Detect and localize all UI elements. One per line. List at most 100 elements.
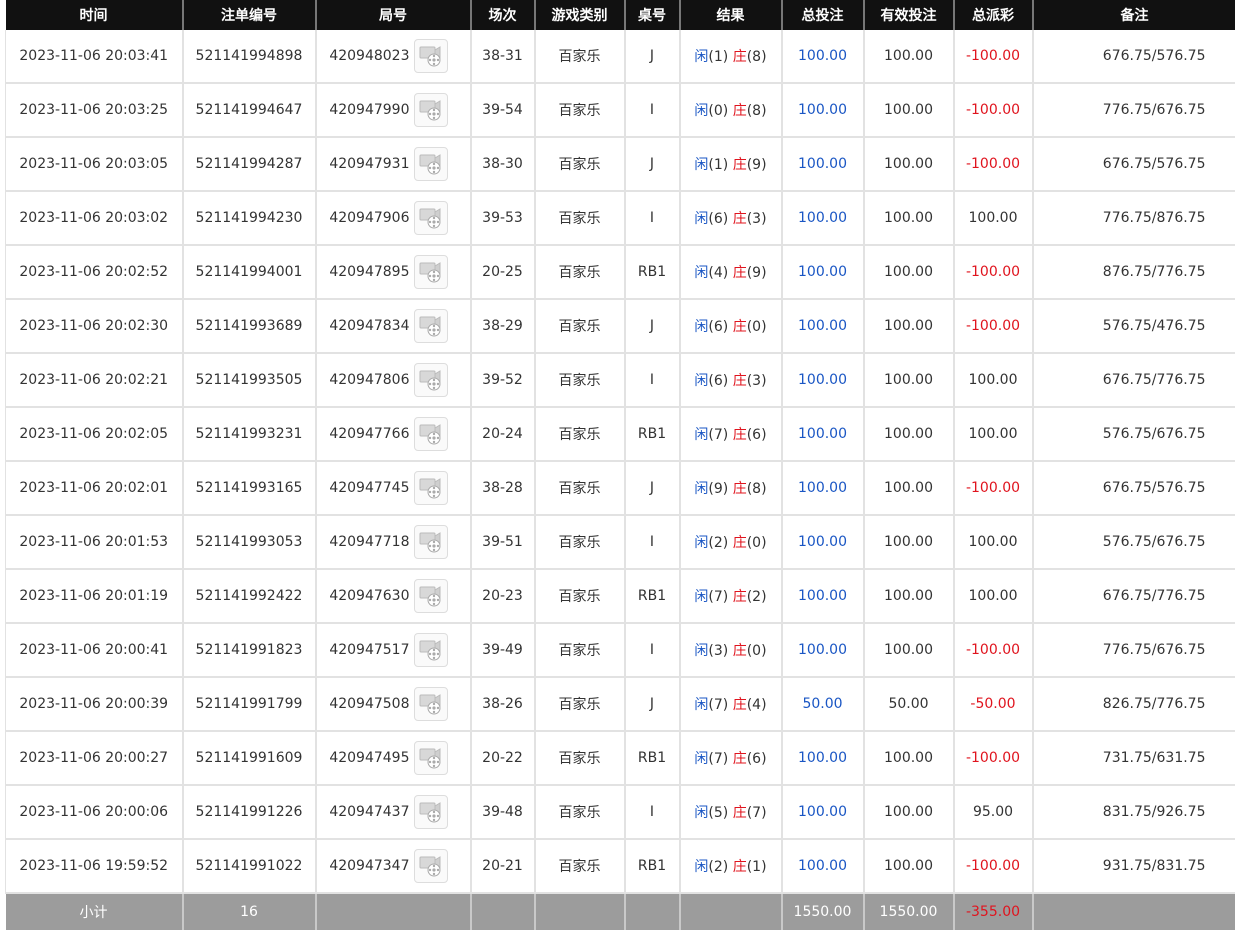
cell-round-no: 420947630 — [316, 569, 471, 623]
video-replay-icon[interactable] — [414, 633, 448, 667]
cell-payout: 100.00 — [954, 407, 1033, 461]
video-replay-icon[interactable] — [414, 471, 448, 505]
cell-total-bet: 100.00 — [782, 30, 864, 83]
cell-remark: 831.75/926.75 — [1033, 785, 1235, 839]
round-no-text: 420947495 — [329, 750, 409, 766]
result-player-label: 闲 — [694, 49, 708, 65]
col-header-time[interactable]: 时间 — [6, 0, 183, 30]
cell-time: 2023-11-06 20:03:02 — [6, 191, 183, 245]
col-header-session[interactable]: 场次 — [471, 0, 535, 30]
table-row: 2023-11-06 20:02:05 521141993231 4209477… — [6, 407, 1235, 461]
video-replay-icon[interactable] — [414, 93, 448, 127]
cell-round-no: 420947834 — [316, 299, 471, 353]
cell-valid-bet: 100.00 — [864, 731, 954, 785]
cell-table: J — [625, 461, 680, 515]
video-replay-icon[interactable] — [414, 363, 448, 397]
result-banker-label: 庄 — [733, 805, 747, 821]
result-banker-score: (3) — [747, 373, 767, 389]
cell-valid-bet: 100.00 — [864, 30, 954, 83]
result-banker-label: 庄 — [733, 211, 747, 227]
round-no-text: 420947895 — [329, 264, 409, 280]
table-row: 2023-11-06 20:02:52 521141994001 4209478… — [6, 245, 1235, 299]
cell-order-no: 521141994230 — [183, 191, 316, 245]
table-row: 2023-11-06 20:02:01 521141993165 4209477… — [6, 461, 1235, 515]
col-header-game-type[interactable]: 游戏类别 — [535, 0, 625, 30]
cell-order-no: 521141991799 — [183, 677, 316, 731]
cell-table: J — [625, 137, 680, 191]
video-replay-icon[interactable] — [414, 39, 448, 73]
round-no-text: 420947745 — [329, 480, 409, 496]
round-no-text: 420947347 — [329, 858, 409, 874]
cell-round-no: 420947806 — [316, 353, 471, 407]
cell-result: 闲(6) 庄(0) — [680, 299, 782, 353]
result-player-score: (4) — [708, 265, 728, 281]
cell-result: 闲(2) 庄(1) — [680, 839, 782, 893]
cell-session: 38-28 — [471, 461, 535, 515]
video-replay-icon[interactable] — [414, 849, 448, 883]
cell-session: 20-21 — [471, 839, 535, 893]
cell-order-no: 521141994898 — [183, 30, 316, 83]
video-replay-icon[interactable] — [414, 795, 448, 829]
video-replay-icon[interactable] — [414, 147, 448, 181]
video-replay-icon[interactable] — [414, 741, 448, 775]
result-banker-score: (8) — [747, 481, 767, 497]
video-replay-icon[interactable] — [414, 201, 448, 235]
col-header-round-no[interactable]: 局号 — [316, 0, 471, 30]
cell-round-no: 420947906 — [316, 191, 471, 245]
cell-remark: 576.75/476.75 — [1033, 299, 1235, 353]
col-header-order-no[interactable]: 注单编号 — [183, 0, 316, 30]
cell-game-type: 百家乐 — [535, 623, 625, 677]
cell-game-type: 百家乐 — [535, 407, 625, 461]
cell-table: RB1 — [625, 731, 680, 785]
result-banker-score: (3) — [747, 211, 767, 227]
cell-game-type: 百家乐 — [535, 785, 625, 839]
cell-payout: 100.00 — [954, 569, 1033, 623]
video-replay-icon[interactable] — [414, 309, 448, 343]
result-banker-score: (2) — [747, 589, 767, 605]
table-body: 2023-11-06 20:03:41 521141994898 4209480… — [6, 30, 1235, 893]
result-banker-score: (6) — [747, 751, 767, 767]
cell-time: 2023-11-06 20:00:06 — [6, 785, 183, 839]
video-replay-icon[interactable] — [414, 525, 448, 559]
round-no-text: 420947990 — [329, 102, 409, 118]
cell-table: I — [625, 83, 680, 137]
cell-valid-bet: 100.00 — [864, 569, 954, 623]
cell-remark: 576.75/676.75 — [1033, 407, 1235, 461]
result-player-label: 闲 — [694, 265, 708, 281]
table-row: 2023-11-06 20:03:25 521141994647 4209479… — [6, 83, 1235, 137]
cell-time: 2023-11-06 20:03:05 — [6, 137, 183, 191]
cell-session: 38-30 — [471, 137, 535, 191]
subtotal-row: 小计 16 1550.00 1550.00 -355.00 — [6, 893, 1235, 930]
cell-total-bet: 100.00 — [782, 461, 864, 515]
col-header-valid-bet[interactable]: 有效投注 — [864, 0, 954, 30]
result-player-score: (6) — [708, 373, 728, 389]
result-banker-label: 庄 — [733, 319, 747, 335]
cell-time: 2023-11-06 20:03:41 — [6, 30, 183, 83]
result-banker-score: (8) — [747, 49, 767, 65]
video-replay-icon[interactable] — [414, 579, 448, 613]
col-header-remark[interactable]: 备注 — [1033, 0, 1235, 30]
col-header-result[interactable]: 结果 — [680, 0, 782, 30]
col-header-total-bet[interactable]: 总投注 — [782, 0, 864, 30]
cell-time: 2023-11-06 20:01:19 — [6, 569, 183, 623]
result-banker-label: 庄 — [733, 373, 747, 389]
video-replay-icon[interactable] — [414, 255, 448, 289]
cell-table: I — [625, 515, 680, 569]
cell-round-no: 420947718 — [316, 515, 471, 569]
result-player-score: (7) — [708, 751, 728, 767]
cell-result: 闲(1) 庄(8) — [680, 30, 782, 83]
col-header-payout[interactable]: 总派彩 — [954, 0, 1033, 30]
round-no-text: 420947508 — [329, 696, 409, 712]
cell-payout: -100.00 — [954, 839, 1033, 893]
cell-valid-bet: 100.00 — [864, 839, 954, 893]
cell-game-type: 百家乐 — [535, 515, 625, 569]
cell-game-type: 百家乐 — [535, 191, 625, 245]
result-player-label: 闲 — [694, 751, 708, 767]
cell-game-type: 百家乐 — [535, 731, 625, 785]
result-player-score: (2) — [708, 535, 728, 551]
video-replay-icon[interactable] — [414, 687, 448, 721]
col-header-table[interactable]: 桌号 — [625, 0, 680, 30]
cell-valid-bet: 100.00 — [864, 137, 954, 191]
cell-payout: -50.00 — [954, 677, 1033, 731]
video-replay-icon[interactable] — [414, 417, 448, 451]
